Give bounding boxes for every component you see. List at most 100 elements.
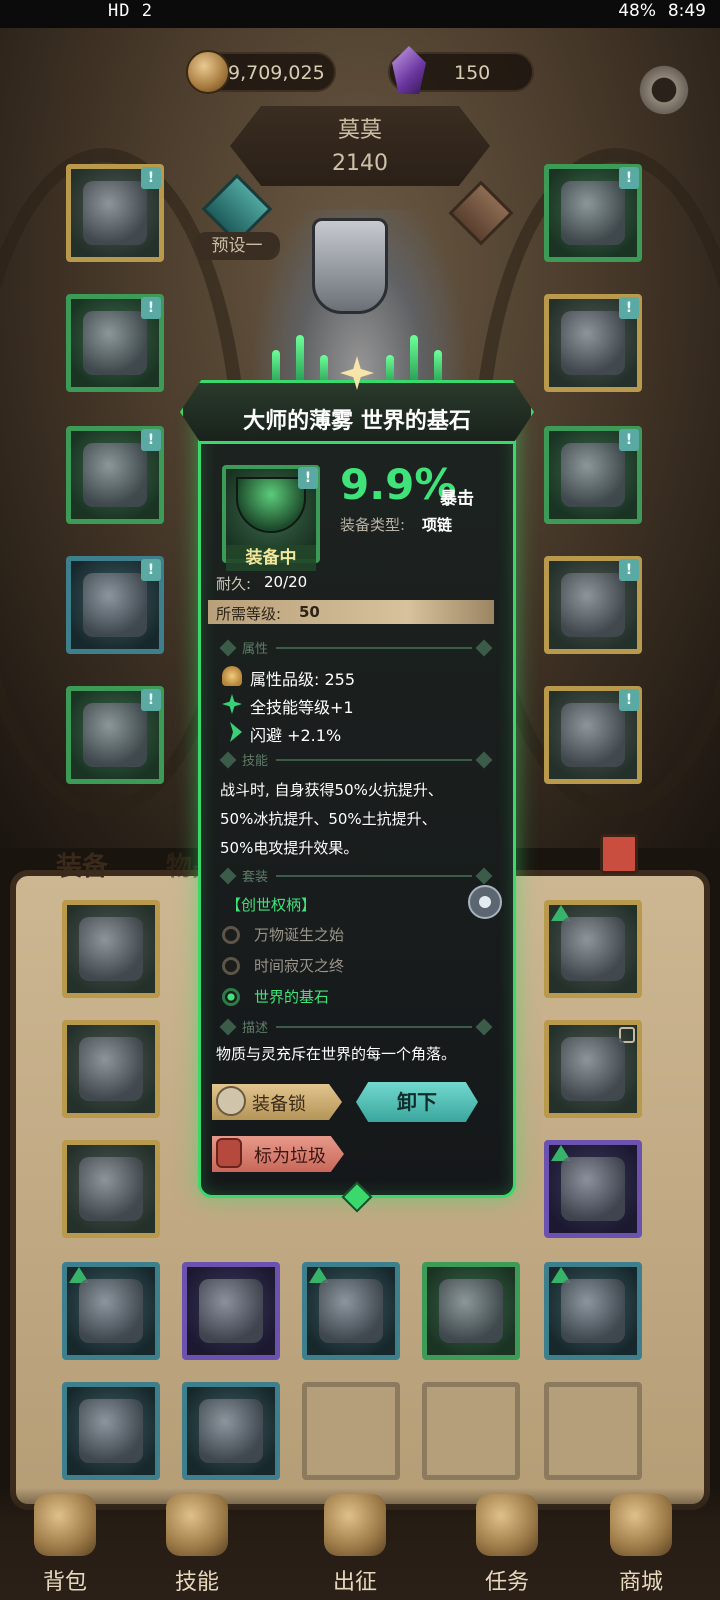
armor-icon bbox=[83, 311, 147, 375]
nav-label: 任务 bbox=[484, 1570, 529, 1595]
settings-gear-icon[interactable] bbox=[636, 62, 692, 118]
character-name: 莫莫 bbox=[337, 118, 382, 143]
nav-label: 商城 bbox=[618, 1570, 663, 1595]
equip-slot-gloves[interactable]: ! bbox=[66, 426, 164, 524]
tower-shield-icon bbox=[199, 1279, 263, 1343]
ring-icon bbox=[561, 443, 625, 507]
dagger-icon bbox=[561, 573, 625, 637]
spellbook-icon bbox=[166, 1494, 228, 1556]
main-stat-name: 暴击 bbox=[440, 489, 474, 509]
required-level-value: 50 bbox=[299, 603, 320, 621]
item-type-label: 装备类型: bbox=[340, 516, 406, 534]
shop-emblem-icon bbox=[610, 1494, 672, 1556]
attribute-skill-level: 全技能等级+1 bbox=[250, 698, 354, 717]
helmet-icon bbox=[439, 1279, 503, 1343]
inventory-slot[interactable] bbox=[544, 900, 642, 998]
item-title: 大师的薄雾 世界的基石 bbox=[243, 409, 471, 434]
upgrade-badge: ! bbox=[141, 167, 161, 189]
nav-backpack[interactable]: 背包 bbox=[10, 1488, 120, 1600]
upgrade-badge: ! bbox=[141, 559, 161, 581]
upgrade-badge: ! bbox=[141, 297, 161, 319]
inventory-slot[interactable] bbox=[544, 1020, 642, 1118]
backpack-icon bbox=[34, 1494, 96, 1556]
inventory-slot-empty[interactable] bbox=[544, 1382, 642, 1480]
weapon-icon bbox=[79, 917, 143, 981]
durability-value: 20/20 bbox=[264, 573, 308, 591]
section-divider-attributes: 属性 bbox=[216, 638, 496, 658]
equip-slot-weapon[interactable]: ! bbox=[544, 556, 642, 654]
inventory-slot[interactable] bbox=[62, 1140, 160, 1238]
required-level-label: 所需等级: bbox=[216, 605, 282, 623]
tab-equipment[interactable]: 装备 bbox=[56, 846, 108, 883]
inventory-slot[interactable] bbox=[182, 1262, 280, 1360]
trash-bag-icon bbox=[216, 1138, 242, 1168]
section-label: 属性 bbox=[242, 642, 269, 657]
equip-slot-boots[interactable]: ! bbox=[66, 686, 164, 784]
lock-icon bbox=[216, 1086, 246, 1116]
boots-icon bbox=[83, 703, 147, 767]
inventory-slot[interactable] bbox=[62, 1020, 160, 1118]
battery-level: 48% bbox=[618, 1, 656, 21]
equip-slot-necklace[interactable]: ! bbox=[544, 164, 642, 262]
item-description: 物质与灵充斥在世界的每一个角落。 bbox=[216, 1045, 457, 1063]
upgrade-badge: ! bbox=[298, 467, 318, 489]
inventory-slot[interactable] bbox=[182, 1382, 280, 1480]
inventory-slot[interactable] bbox=[544, 1140, 642, 1238]
equip-slot-ring[interactable]: ! bbox=[544, 426, 642, 524]
upgrade-badge: ! bbox=[141, 689, 161, 711]
inventory-slot-empty[interactable] bbox=[422, 1382, 520, 1480]
section-label: 技能 bbox=[242, 754, 269, 769]
inventory-slot[interactable] bbox=[62, 1382, 160, 1480]
greaves-icon bbox=[83, 573, 147, 637]
nav-shop[interactable]: 商城 bbox=[586, 1488, 696, 1600]
section-divider-set: 套装 bbox=[216, 866, 496, 886]
attribute-dodge: 闪避 +2.1% bbox=[250, 726, 342, 745]
nav-expedition[interactable]: 出征 bbox=[300, 1488, 410, 1600]
inventory-slot-empty[interactable] bbox=[302, 1382, 400, 1480]
equip-slot-armor[interactable]: ! bbox=[66, 294, 164, 392]
unequip-button[interactable]: 卸下 bbox=[356, 1082, 478, 1122]
durability-label: 耐久: bbox=[216, 575, 252, 593]
equip-slot-pants[interactable]: ! bbox=[66, 556, 164, 654]
whip-icon bbox=[561, 917, 625, 981]
ring-icon bbox=[561, 1157, 625, 1221]
nav-label: 出征 bbox=[332, 1570, 377, 1595]
skill-text-line: 50%电攻提升效果。 bbox=[220, 839, 359, 857]
section-divider-skill: 技能 bbox=[216, 750, 496, 770]
main-stat-value: 9.9% bbox=[340, 460, 457, 509]
inventory-slot[interactable] bbox=[422, 1262, 520, 1360]
item-type-value: 项链 bbox=[422, 516, 453, 534]
equip-slot-offhand[interactable]: ! bbox=[544, 686, 642, 784]
boots-icon bbox=[79, 1157, 143, 1221]
nav-quests[interactable]: 任务 bbox=[452, 1488, 562, 1600]
lotus-icon bbox=[222, 666, 242, 686]
nav-skills[interactable]: 技能 bbox=[142, 1488, 252, 1600]
skill-text-line: 战斗时, 自身获得50%火抗提升、 bbox=[220, 781, 443, 799]
inventory-slot[interactable] bbox=[302, 1262, 400, 1360]
upgrade-badge: ! bbox=[619, 429, 639, 451]
nav-label: 背包 bbox=[42, 1570, 87, 1595]
section-label: 套装 bbox=[242, 870, 269, 885]
section-label: 描述 bbox=[242, 1021, 269, 1036]
gem-amount: 150 bbox=[454, 62, 491, 84]
ring-icon bbox=[561, 1279, 625, 1343]
lock-button[interactable]: 装备锁 bbox=[212, 1084, 342, 1120]
mark-junk-button[interactable]: 标为垃圾 bbox=[212, 1136, 344, 1172]
trash-can-icon[interactable] bbox=[600, 834, 638, 874]
gold-coin-icon bbox=[186, 50, 230, 94]
radio-indicator bbox=[222, 988, 240, 1006]
necklace-icon bbox=[561, 181, 625, 245]
helmet-icon bbox=[83, 181, 147, 245]
gold-amount: 9,709,025 bbox=[228, 62, 325, 84]
inventory-slot[interactable] bbox=[62, 1262, 160, 1360]
equip-slot-shoulder[interactable]: ! bbox=[544, 294, 642, 392]
set-name: 【创世权柄】 bbox=[226, 896, 317, 914]
skill-text-line: 50%冰抗提升、50%土抗提升、 bbox=[220, 810, 437, 828]
eye-icon[interactable] bbox=[468, 885, 502, 919]
inventory-slot[interactable] bbox=[62, 900, 160, 998]
equip-slot-helmet[interactable]: ! bbox=[66, 164, 164, 262]
upgrade-badge: ! bbox=[619, 689, 639, 711]
inventory-slot[interactable] bbox=[544, 1262, 642, 1360]
shoulder-icon bbox=[561, 311, 625, 375]
upgrade-badge: ! bbox=[619, 167, 639, 189]
